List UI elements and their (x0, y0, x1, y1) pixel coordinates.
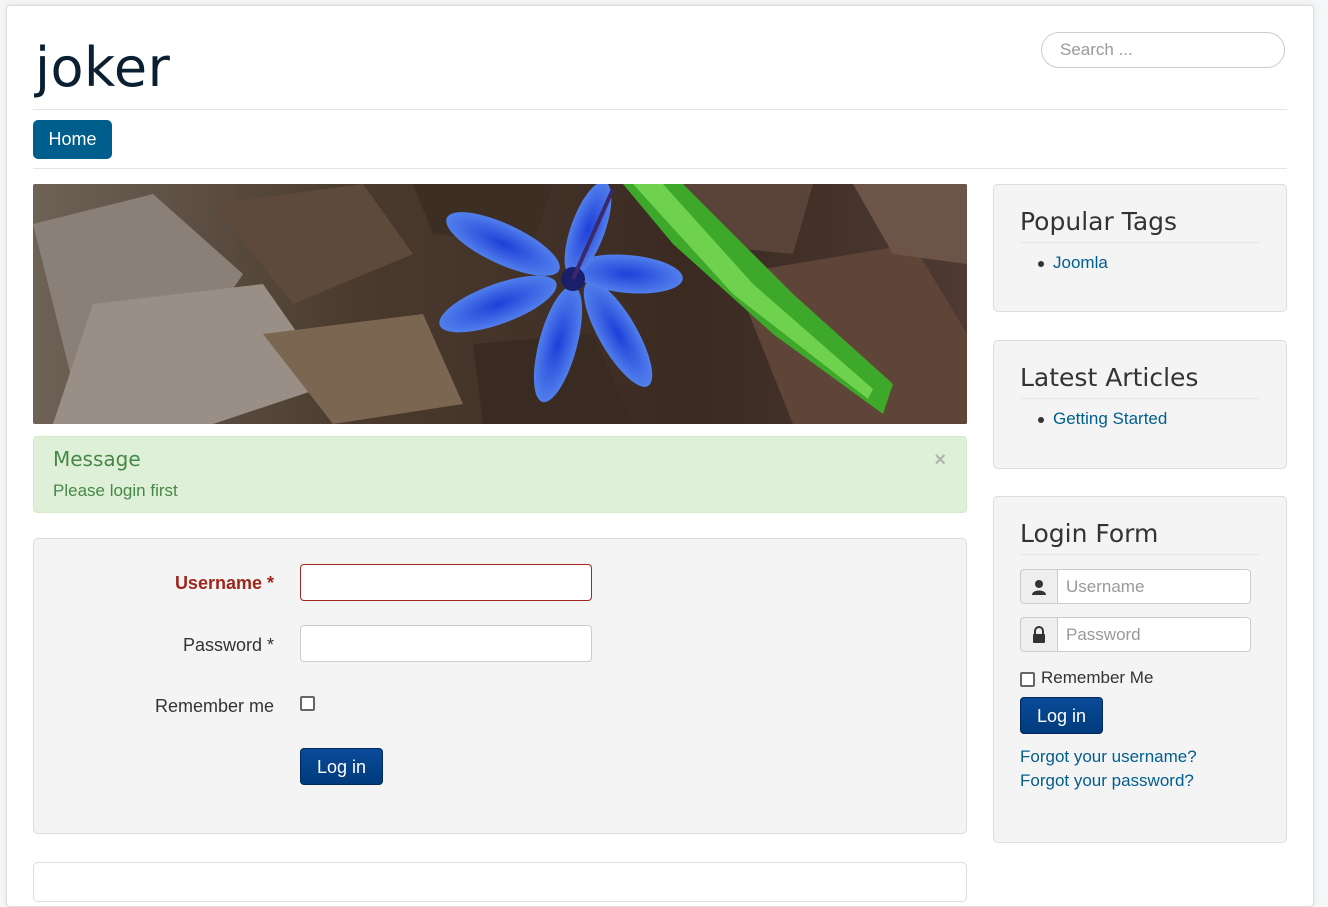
sidebar-password-input[interactable]: Password (1057, 617, 1251, 652)
username-field[interactable] (300, 564, 592, 601)
popular-tags-title: Popular Tags (1020, 207, 1260, 243)
page-container: joker Home (6, 5, 1314, 907)
popular-tags-module: Popular Tags Joomla (993, 184, 1287, 312)
header-divider (33, 109, 1287, 110)
password-label: Password * (182, 635, 274, 655)
alert-heading: Message (53, 447, 141, 471)
site-title[interactable]: joker (35, 36, 170, 99)
forgot-password-link[interactable]: Forgot your password? (1020, 771, 1194, 791)
lock-icon (1020, 617, 1058, 652)
forgot-username-link[interactable]: Forgot your username? (1020, 747, 1197, 767)
sidebar-login-button[interactable]: Log in (1020, 697, 1104, 734)
content-box (33, 862, 967, 902)
remember-checkbox[interactable] (300, 696, 315, 711)
login-panel: Username * Password * Remember me Log in (33, 538, 967, 834)
user-icon (1020, 569, 1058, 604)
article-link[interactable]: Getting Started (1053, 409, 1167, 429)
login-form-title: Login Form (1020, 519, 1260, 555)
close-icon[interactable]: × (934, 449, 946, 472)
list-bullet (1038, 261, 1044, 267)
remember-label: Remember me (154, 696, 274, 716)
search-input[interactable] (1041, 32, 1285, 68)
login-button[interactable]: Log in (300, 748, 384, 785)
sidebar-remember-label: Remember Me (1041, 668, 1154, 687)
banner-image (33, 184, 967, 424)
message-alert: Message Please login first × (33, 436, 967, 513)
latest-articles-title: Latest Articles (1020, 363, 1260, 399)
tag-link[interactable]: Joomla (1053, 253, 1108, 273)
password-field[interactable] (300, 625, 592, 662)
alert-text: Please login first (53, 481, 178, 500)
sidebar-remember-checkbox[interactable] (1020, 672, 1035, 687)
login-form-module: Login Form Username Password Remember Me… (993, 496, 1287, 843)
nav-item-home[interactable]: Home (33, 120, 112, 159)
username-label: Username * (174, 573, 274, 593)
latest-articles-module: Latest Articles Getting Started (993, 340, 1287, 469)
nav-divider (33, 168, 1287, 169)
sidebar-username-input[interactable]: Username (1057, 569, 1251, 604)
list-bullet (1038, 417, 1044, 423)
